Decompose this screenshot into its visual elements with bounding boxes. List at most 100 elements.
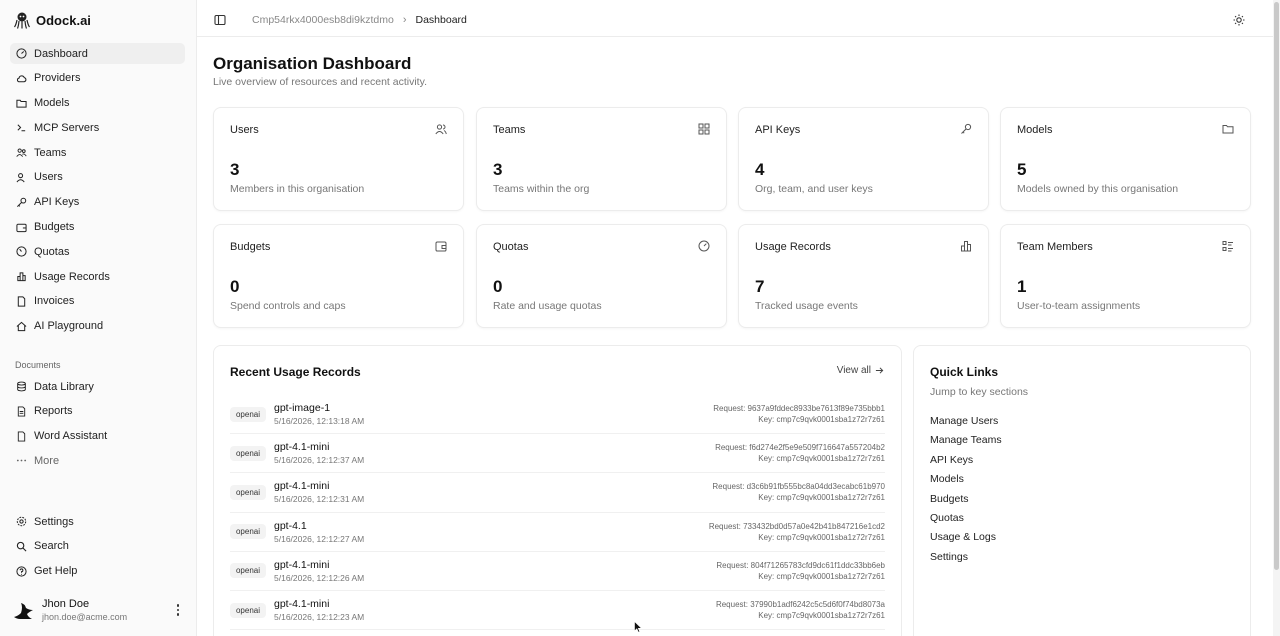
sidebar-item-dashboard[interactable]: Dashboard: [10, 43, 185, 64]
provider-badge: openai: [230, 484, 266, 500]
sidebar-item-api-keys[interactable]: API Keys: [10, 192, 185, 213]
word-icon: [17, 431, 26, 442]
theme-toggle-sun-icon[interactable]: [1233, 14, 1245, 26]
row-model: gpt-image-1: [274, 402, 331, 415]
card-value: 4: [755, 160, 765, 179]
user-options-icon[interactable]: [172, 602, 184, 618]
user-icon: [16, 173, 25, 183]
quick-link-api-keys[interactable]: API Keys: [930, 454, 1002, 473]
scrollbar-thumb[interactable]: [1274, 2, 1279, 570]
cloud-icon: [16, 75, 27, 83]
quick-link-manage-teams[interactable]: Manage Teams: [930, 434, 1002, 453]
usage-row[interactable]: openai gpt-4.1-mini 5/16/2026, 12:12:26 …: [230, 552, 885, 591]
sidebar-item-quotas[interactable]: Quotas: [10, 241, 185, 262]
usage-row[interactable]: openai gpt-4.1-mini 5/16/2026, 12:12:37 …: [230, 434, 885, 474]
stat-card-users[interactable]: Users 3 Members in this organisation: [213, 107, 464, 211]
sidebar-item-settings[interactable]: Settings: [10, 511, 185, 532]
row-model: gpt-4.1-mini: [274, 480, 330, 493]
stat-card-teams[interactable]: Teams 3 Teams within the org: [476, 107, 727, 211]
quick-link-budgets[interactable]: Budgets: [930, 493, 1002, 512]
sidebar-item-label: Providers: [34, 72, 81, 85]
sidebar-item-models[interactable]: Models: [10, 93, 185, 114]
main-nav: Dashboard Providers Models MCP Servers T…: [10, 43, 185, 341]
provider-badge: openai: [230, 524, 266, 540]
row-model: gpt-4.1-mini: [274, 441, 330, 454]
sidebar-item-reports[interactable]: Reports: [10, 401, 185, 422]
row-timestamp: 5/16/2026, 12:12:37 AM: [274, 455, 365, 466]
row-timestamp: 5/16/2026, 12:12:23 AM: [274, 612, 365, 623]
sidebar-item-mcp-servers[interactable]: MCP Servers: [10, 117, 185, 138]
row-key-id: Key: cmp7c9qvk0001sba1z72r7z61: [758, 571, 885, 581]
quick-link-manage-users[interactable]: Manage Users: [930, 415, 1002, 434]
sidebar-item-invoices[interactable]: Invoices: [10, 291, 185, 312]
sidebar-item-ai-playground[interactable]: AI Playground: [10, 316, 185, 337]
sidebar-item-search[interactable]: Search: [10, 536, 185, 557]
usage-row[interactable]: openai gpt-4.1-mini 5/16/2026, 12:12:23 …: [230, 591, 885, 631]
stat-card-quotas[interactable]: Quotas 0 Rate and usage quotas: [476, 224, 727, 328]
playground-icon: [16, 321, 27, 331]
quick-link-quotas[interactable]: Quotas: [930, 512, 1002, 531]
card-description: Models owned by this organisation: [1017, 183, 1179, 195]
bar-chart-icon: [17, 272, 26, 282]
sidebar-item-label: Budgets: [34, 221, 75, 234]
usage-row[interactable]: openai gpt-image-1 5/16/2026, 12:13:18 A…: [230, 395, 885, 435]
users-icon: [435, 124, 447, 135]
usage-row[interactable]: openai gpt-4.1 5/16/2026, 12:12:27 AM Re…: [230, 513, 885, 552]
user-menu[interactable]: Jhon Doe jhon.doe@acme.com: [12, 595, 184, 625]
sidebar-item-usage-records[interactable]: Usage Records: [10, 266, 185, 287]
sidebar-item-teams[interactable]: Teams: [10, 142, 185, 163]
sidebar-item-providers[interactable]: Providers: [10, 68, 185, 89]
row-timestamp: 5/16/2026, 12:13:18 AM: [274, 416, 365, 427]
card-description: Members in this organisation: [230, 183, 365, 195]
key-icon: [961, 123, 972, 134]
sidebar-item-label: Reports: [34, 405, 73, 418]
quick-link-models[interactable]: Models: [930, 473, 1002, 492]
breadcrumb: Cmp54rkx4000esb8di9kztdmo › Dashboard: [252, 14, 467, 26]
gauge-icon: [16, 48, 27, 59]
sidebar-item-label: AI Playground: [34, 320, 104, 333]
brand-name: Odock.ai: [36, 12, 91, 28]
view-all-link[interactable]: View all: [837, 365, 884, 376]
sidebar-item-budgets[interactable]: Budgets: [10, 217, 185, 238]
card-title: API Keys: [755, 124, 801, 136]
sidebar-item-users[interactable]: Users: [10, 167, 185, 188]
wallet-icon: [16, 223, 27, 232]
stat-card-team-members[interactable]: Team Members 1 User-to-team assignments: [1000, 224, 1251, 328]
sidebar-item-data-library[interactable]: Data Library: [10, 376, 185, 397]
usage-list: openai gpt-image-1 5/16/2026, 12:13:18 A…: [230, 395, 885, 631]
documents-section-label: Documents: [15, 360, 61, 370]
sidebar: Odock.ai Dashboard Providers Models MCP …: [0, 0, 197, 636]
card-description: Tracked usage events: [755, 300, 858, 312]
sidebar-item-word-assistant[interactable]: Word Assistant: [10, 426, 185, 447]
sidebar-item-label: Models: [34, 97, 70, 110]
quick-link-usage-logs[interactable]: Usage & Logs: [930, 531, 1002, 550]
stat-card-api-keys[interactable]: API Keys 4 Org, team, and user keys: [738, 107, 989, 211]
more-icon: [16, 459, 27, 462]
brand[interactable]: Odock.ai: [14, 11, 91, 29]
stat-card-budgets[interactable]: Budgets 0 Spend controls and caps: [213, 224, 464, 328]
breadcrumb-org[interactable]: Cmp54rkx4000esb8di9kztdmo: [252, 14, 394, 26]
help-icon: [16, 566, 27, 577]
sidebar-item-label: Get Help: [34, 565, 78, 578]
sidebar-item-get-help[interactable]: Get Help: [10, 561, 185, 582]
documents-nav: Data Library Reports Word Assistant More: [10, 376, 185, 475]
gear-icon: [16, 516, 27, 527]
view-all-label: View all: [836, 365, 871, 376]
sidebar-item-more[interactable]: More: [10, 450, 185, 471]
octopus-logo-icon: [14, 12, 30, 29]
arrow-right-icon: [875, 367, 884, 374]
usage-row[interactable]: openai gpt-4.1-mini 5/16/2026, 12:12:31 …: [230, 473, 885, 513]
card-value: 7: [755, 277, 765, 296]
stat-card-models[interactable]: Models 5 Models owned by this organisati…: [1000, 107, 1251, 211]
stat-card-usage-records[interactable]: Usage Records 7 Tracked usage events: [738, 224, 989, 328]
sidebar-item-label: More: [34, 454, 60, 467]
quick-links-list: Manage Users Manage Teams API Keys Model…: [930, 415, 1002, 570]
quick-link-settings[interactable]: Settings: [930, 551, 1002, 570]
sidebar-item-label: Users: [34, 171, 63, 184]
card-title: Team Members: [1017, 241, 1093, 253]
provider-badge: openai: [230, 563, 266, 579]
recent-usage-title: Recent Usage Records: [230, 365, 361, 379]
row-key-id: Key: cmp7c9qvk0001sba1z72r7z61: [758, 611, 885, 621]
sidebar-toggle-icon[interactable]: [214, 14, 226, 26]
folder-icon: [16, 99, 27, 108]
